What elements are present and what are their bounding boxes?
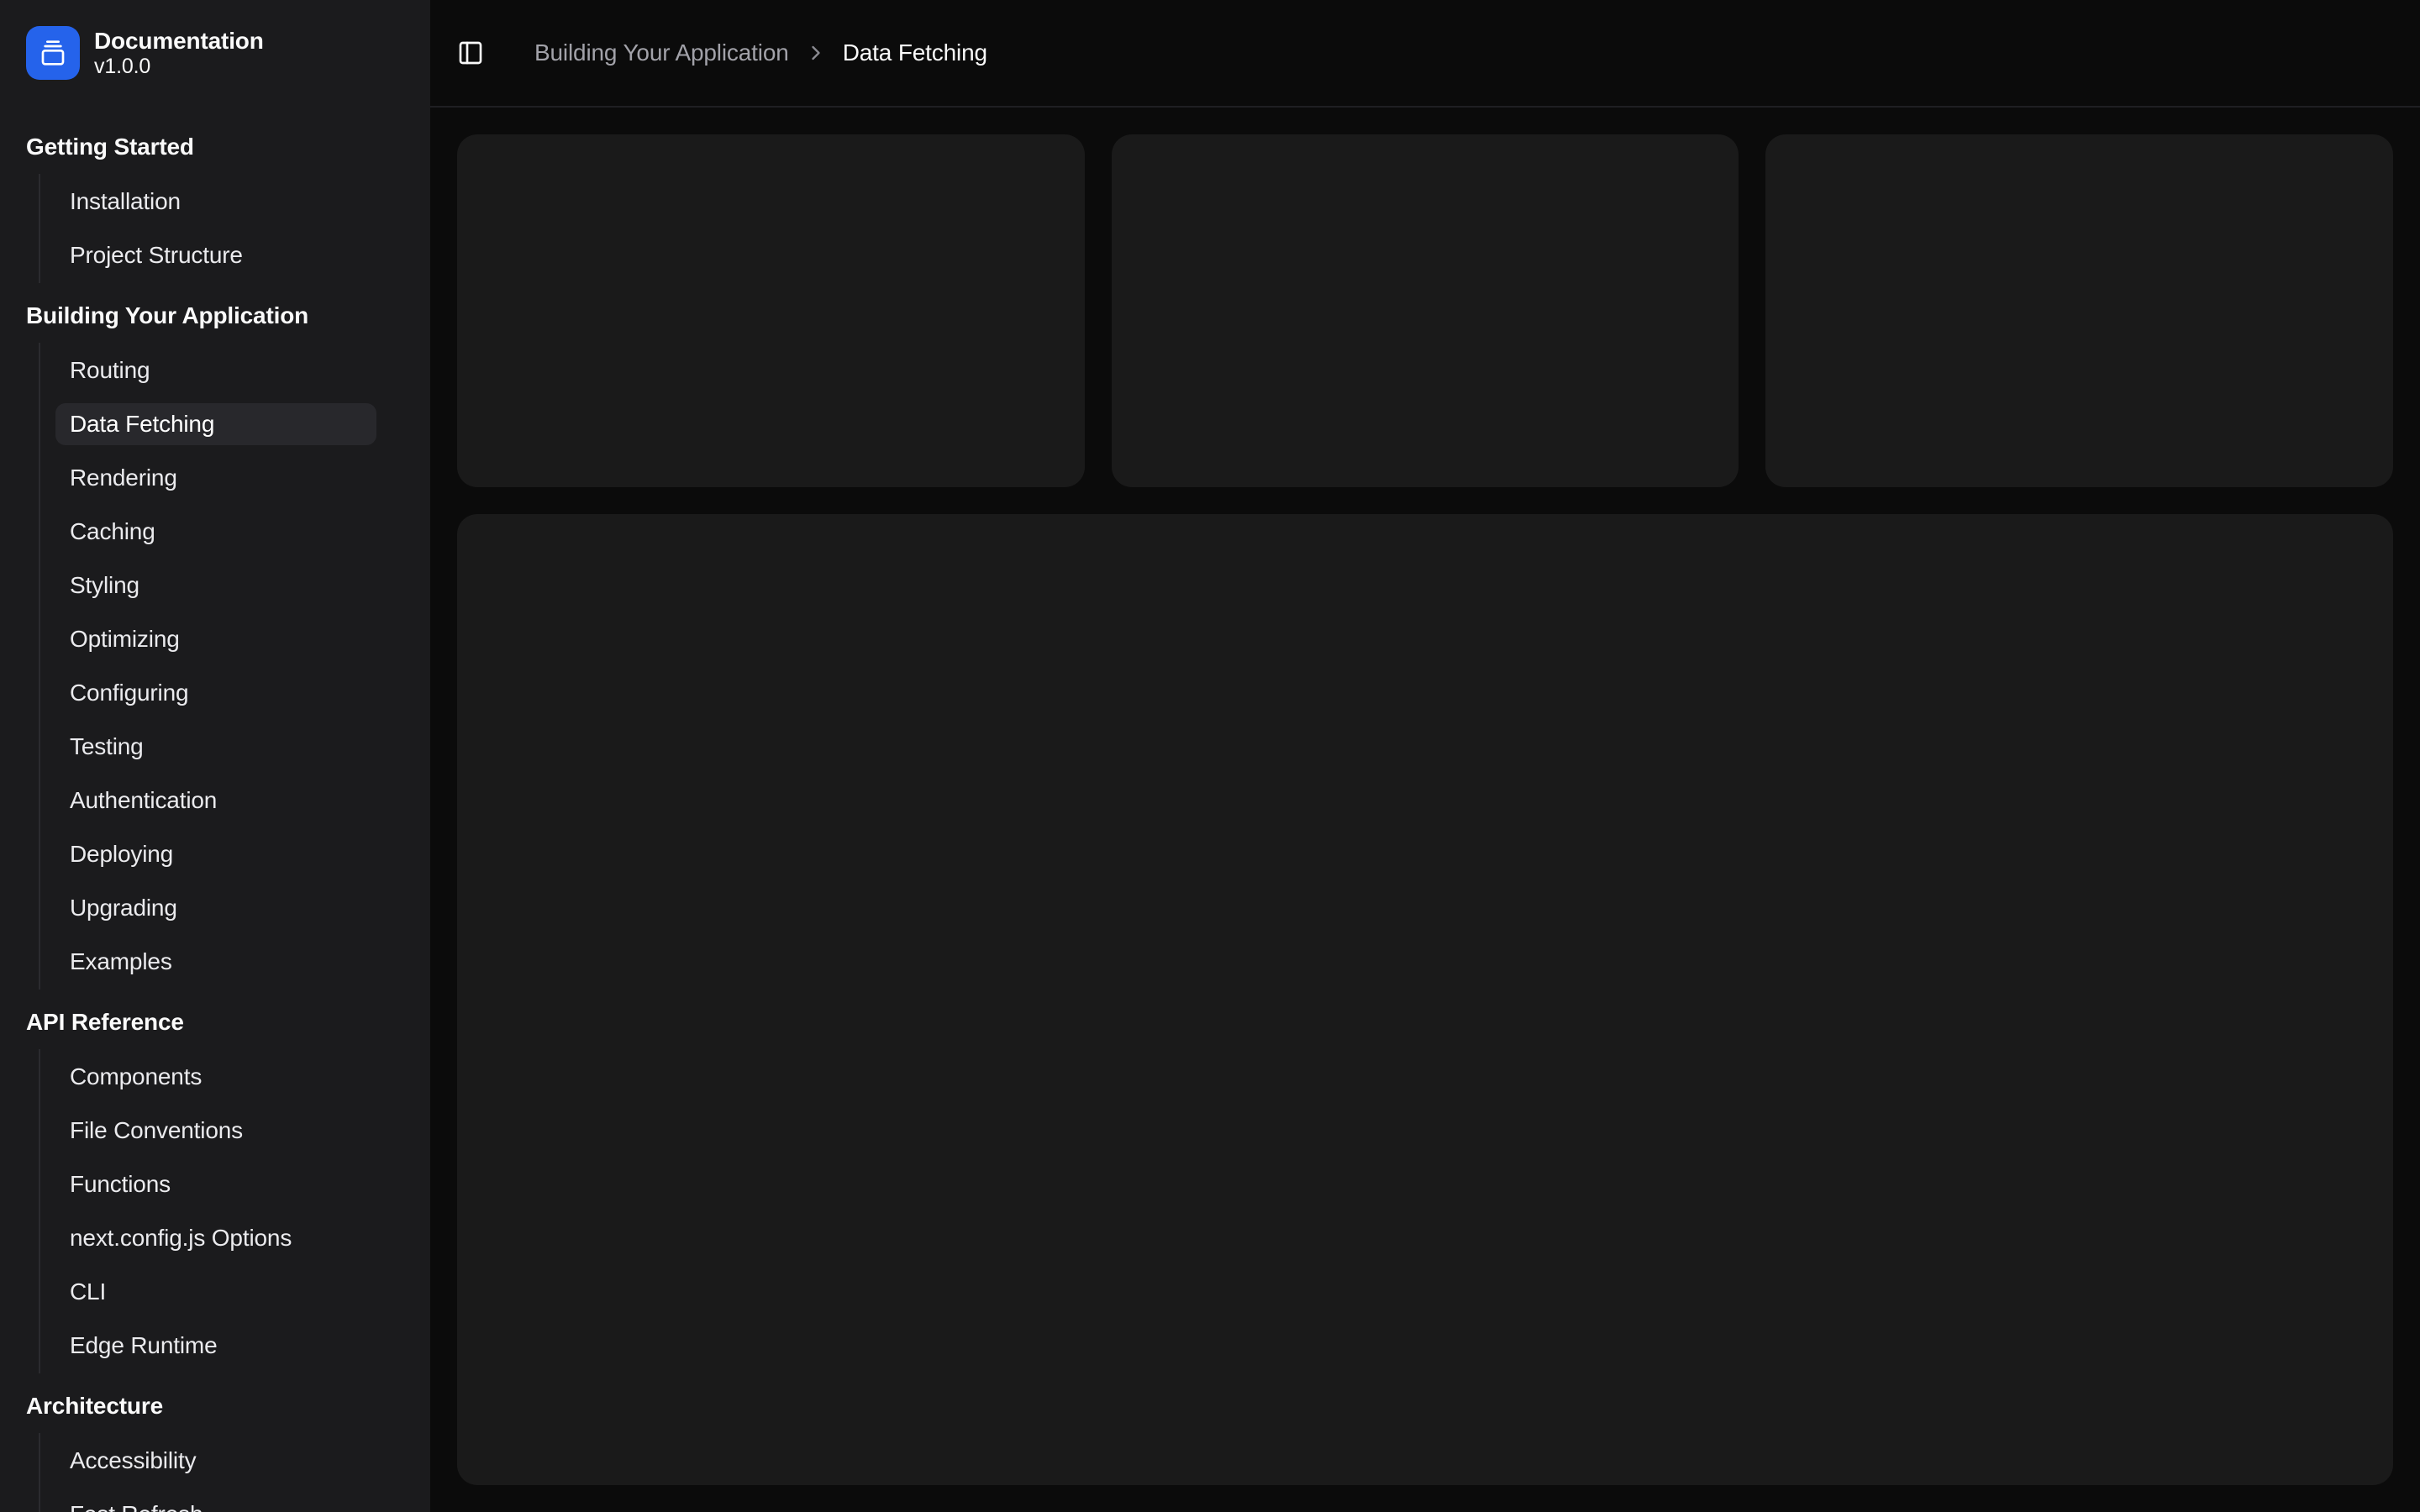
sidebar-item-project-structure[interactable]: Project Structure [55, 234, 376, 276]
app-logo [26, 26, 80, 80]
topbar: Building Your Application Data Fetching [430, 0, 2420, 108]
sidebar-sub-list: Accessibility Fast Refresh [39, 1433, 376, 1512]
sidebar-group-label-building-your-application[interactable]: Building Your Application [0, 289, 430, 343]
chevron-right-icon [804, 41, 828, 65]
placeholder-card [457, 134, 1085, 487]
main-area: Building Your Application Data Fetching [430, 0, 2420, 1512]
sidebar-item-accessibility[interactable]: Accessibility [55, 1440, 376, 1482]
sidebar-item-routing[interactable]: Routing [55, 349, 376, 391]
sidebar-item-rendering[interactable]: Rendering [55, 457, 376, 499]
sidebar-group-architecture: Architecture Accessibility Fast Refresh [0, 1379, 430, 1512]
app-title: Documentation [94, 28, 264, 55]
sidebar-toggle-button[interactable] [454, 36, 487, 70]
sidebar-item-optimizing[interactable]: Optimizing [55, 618, 376, 660]
panel-left-icon [457, 39, 484, 66]
sidebar-item-configuring[interactable]: Configuring [55, 672, 376, 714]
sidebar-group-building-your-application: Building Your Application Routing Data Fet… [0, 289, 430, 990]
sidebar-item-styling[interactable]: Styling [55, 564, 376, 606]
sidebar-item-functions[interactable]: Functions [55, 1163, 376, 1205]
breadcrumb: Building Your Application Data Fetching [534, 39, 987, 66]
breadcrumb-current: Data Fetching [843, 39, 987, 66]
sidebar-item-examples[interactable]: Examples [55, 941, 376, 983]
sidebar-item-fast-refresh[interactable]: Fast Refresh [55, 1494, 376, 1512]
sidebar-group-label-getting-started[interactable]: Getting Started [0, 120, 430, 174]
sidebar-item-file-conventions[interactable]: File Conventions [55, 1110, 376, 1152]
sidebar-sub-list: Components File Conventions Functions next.… [39, 1049, 376, 1373]
sidebar: Documentation v1.0.0 Getting StartedInst… [0, 0, 430, 1512]
sidebar-item-data-fetching[interactable]: Data Fetching [55, 403, 376, 445]
app-title-block: Documentation v1.0.0 [94, 28, 264, 78]
breadcrumb-link[interactable]: Building Your Application [534, 39, 789, 66]
sidebar-item-testing[interactable]: Testing [55, 726, 376, 768]
placeholder-card [1112, 134, 1739, 487]
main-content [430, 108, 2420, 1512]
sidebar-item-caching[interactable]: Caching [55, 511, 376, 553]
sidebar-item-deploying[interactable]: Deploying [55, 833, 376, 875]
sidebar-header[interactable]: Documentation v1.0.0 [26, 26, 418, 80]
sidebar-item-upgrading[interactable]: Upgrading [55, 887, 376, 929]
app-root: Documentation v1.0.0 Getting StartedInst… [0, 0, 2420, 1512]
placeholder-panel [457, 514, 2393, 1485]
gallery-vertical-end-icon [39, 39, 66, 66]
sidebar-sub-list: Installation Project Structure [39, 174, 376, 283]
sidebar-group-label-architecture[interactable]: Architecture [0, 1379, 430, 1433]
placeholder-card [1765, 134, 2393, 487]
sidebar-item-edge-runtime[interactable]: Edge Runtime [55, 1325, 376, 1367]
sidebar-item-cli[interactable]: CLI [55, 1271, 376, 1313]
sidebar-group-api-reference: API Reference Components File Conventions F… [0, 995, 430, 1373]
sidebar-nav: Getting Started Installation Project Struc… [0, 120, 430, 1512]
sidebar-item-next-config-js-options[interactable]: next.config.js Options [55, 1217, 376, 1259]
sidebar-item-installation[interactable]: Installation [55, 181, 376, 223]
sidebar-item-components[interactable]: Components [55, 1056, 376, 1098]
sidebar-sub-list: Routing Data Fetching Rendering Caching Styl… [39, 343, 376, 990]
sidebar-group-label-api-reference[interactable]: API Reference [0, 995, 430, 1049]
sidebar-group-getting-started: Getting Started Installation Project Struc… [0, 120, 430, 283]
placeholder-cards-row [457, 134, 2393, 487]
sidebar-item-authentication[interactable]: Authentication [55, 780, 376, 822]
app-version: v1.0.0 [94, 55, 264, 78]
